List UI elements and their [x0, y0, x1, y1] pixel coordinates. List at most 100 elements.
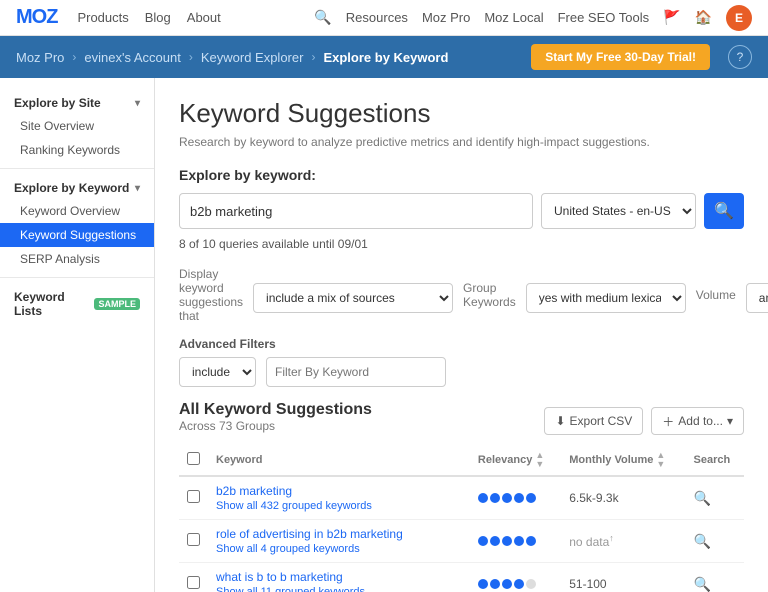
row-checkbox-0[interactable] [187, 490, 200, 503]
search-cell: 🔍 [686, 520, 744, 563]
th-relevancy: Relevancy ▲▼ [470, 445, 561, 476]
sort-icon-volume[interactable]: ▲▼ [656, 451, 665, 469]
sidebar-item-keyword-overview[interactable]: Keyword Overview [0, 199, 154, 223]
add-to-button[interactable]: ＋ Add to... ▾ [651, 407, 744, 435]
row-search-icon[interactable]: 🔍 [694, 576, 711, 592]
show-grouped-link[interactable]: Show all 11 grouped keywords [216, 586, 462, 592]
flag-icon[interactable]: 🚩 [663, 9, 680, 26]
breadcrumb-keyword-explorer[interactable]: Keyword Explorer [201, 50, 304, 65]
show-grouped-link[interactable]: Show all 4 grouped keywords [216, 543, 462, 555]
keyword-table: Keyword Relevancy ▲▼ Monthly Volume [179, 445, 744, 592]
keyword-cell: b2b marketing Show all 432 grouped keywor… [208, 476, 470, 520]
display-filter-row: Display keyword suggestions that include… [179, 267, 744, 329]
relevancy-dot [478, 579, 488, 589]
country-select[interactable]: United States - en-US [541, 193, 696, 229]
relevancy-dot [514, 536, 524, 546]
nav-free-tools[interactable]: Free SEO Tools [558, 10, 650, 25]
home-icon[interactable]: 🏠 [695, 9, 712, 26]
volume-cell: 51-100 [561, 563, 685, 592]
sort-icon-relevancy[interactable]: ▲▼ [535, 451, 544, 469]
relevancy-cell [470, 476, 561, 520]
row-checkbox-cell [179, 520, 208, 563]
search-cell: 🔍 [686, 476, 744, 520]
advanced-filter-row: include [179, 357, 744, 387]
th-search: Search [686, 445, 744, 476]
export-label: Export CSV [570, 414, 633, 428]
table-section-sub: Across 73 Groups [179, 419, 372, 433]
keyword-text[interactable]: what is b to b marketing [216, 570, 462, 584]
display-select[interactable]: include a mix of sources [253, 283, 453, 313]
group-select[interactable]: yes with medium lexical similarity [526, 283, 686, 313]
sidebar-divider-2 [0, 277, 154, 278]
sample-badge: SAMPLE [94, 298, 140, 310]
explore-keyword-label: Explore by Keyword [14, 181, 129, 195]
advanced-filters-label: Advanced Filters [179, 337, 744, 351]
show-grouped-link[interactable]: Show all 432 grouped keywords [216, 500, 462, 512]
volume-select[interactable]: any [746, 283, 768, 313]
group-filter-label: Group Keywords [463, 281, 516, 309]
breadcrumb-account[interactable]: evinex's Account [84, 50, 180, 65]
include-select[interactable]: include [179, 357, 256, 387]
nav-mozlocal[interactable]: Moz Local [484, 10, 543, 25]
volume-text: 51-100 [569, 577, 606, 591]
sidebar-explore-site[interactable]: Explore by Site ▾ [0, 90, 154, 114]
th-checkbox [179, 445, 208, 476]
row-search-icon[interactable]: 🔍 [694, 490, 711, 506]
row-checkbox-cell [179, 563, 208, 592]
relevancy-dot [490, 536, 500, 546]
breadcrumb-bar: Moz Pro › evinex's Account › Keyword Exp… [0, 36, 768, 78]
row-checkbox-2[interactable] [187, 576, 200, 589]
keyword-text[interactable]: b2b marketing [216, 484, 462, 498]
nav-resources[interactable]: Resources [346, 10, 408, 25]
add-label: Add to... [678, 414, 723, 428]
relevancy-dot [514, 579, 524, 589]
export-csv-button[interactable]: ⬇ Export CSV [544, 407, 643, 435]
queries-info: 8 of 10 queries available until 09/01 [179, 237, 744, 251]
keyword-input[interactable] [179, 193, 533, 229]
sidebar-divider [0, 168, 154, 169]
main-content: Keyword Suggestions Research by keyword … [155, 78, 768, 592]
keyword-text[interactable]: role of advertising in b2b marketing [216, 527, 462, 541]
sidebar-item-ranking-keywords[interactable]: Ranking Keywords [0, 138, 154, 162]
sidebar-explore-keyword[interactable]: Explore by Keyword ▾ [0, 175, 154, 199]
nav-mozpro[interactable]: Moz Pro [422, 10, 470, 25]
nav-blog[interactable]: Blog [145, 10, 171, 25]
sidebar-item-site-overview[interactable]: Site Overview [0, 114, 154, 138]
keyword-cell: what is b to b marketing Show all 11 grou… [208, 563, 470, 592]
moz-logo[interactable]: MOZ [16, 6, 57, 29]
page-title: Keyword Suggestions [179, 98, 744, 129]
relevancy-dot [526, 579, 536, 589]
display-filter-label: Display keyword suggestions that [179, 267, 243, 323]
row-checkbox-1[interactable] [187, 533, 200, 546]
volume-filter-label: Volume [696, 288, 736, 302]
nav-products[interactable]: Products [77, 10, 128, 25]
sidebar-keyword-lists[interactable]: Keyword Lists SAMPLE [0, 284, 154, 322]
search-button[interactable]: 🔍 [704, 193, 744, 229]
user-avatar[interactable]: E [726, 5, 752, 31]
select-all-checkbox[interactable] [187, 452, 200, 465]
search-icon[interactable]: 🔍 [314, 9, 331, 26]
sidebar-item-keyword-suggestions[interactable]: Keyword Suggestions [0, 223, 154, 247]
sidebar-item-serp-analysis[interactable]: SERP Analysis [0, 247, 154, 271]
trial-button[interactable]: Start My Free 30-Day Trial! [531, 44, 710, 70]
search-icon-btn: 🔍 [714, 201, 734, 221]
chevron-down-icon-3: ▾ [727, 414, 733, 428]
volume-cell: 6.5k-9.3k [561, 476, 685, 520]
row-search-icon[interactable]: 🔍 [694, 533, 711, 549]
table-row: what is b to b marketing Show all 11 grou… [179, 563, 744, 592]
chevron-down-icon-2: ▾ [135, 183, 140, 194]
filter-keyword-input[interactable] [266, 357, 446, 387]
nav-about[interactable]: About [187, 10, 221, 25]
table-section-title: All Keyword Suggestions [179, 401, 372, 419]
breadcrumb-mozpro[interactable]: Moz Pro [16, 50, 64, 65]
relevancy-dot [526, 536, 536, 546]
th-keyword: Keyword [208, 445, 470, 476]
table-row: b2b marketing Show all 432 grouped keywor… [179, 476, 744, 520]
search-cell: 🔍 [686, 563, 744, 592]
help-button[interactable]: ? [728, 45, 752, 69]
relevancy-dot [502, 493, 512, 503]
top-nav: MOZ Products Blog About 🔍 Resources Moz … [0, 0, 768, 36]
table-actions: ⬇ Export CSV ＋ Add to... ▾ [544, 407, 744, 435]
keyword-cell: role of advertising in b2b marketing Show… [208, 520, 470, 563]
row-checkbox-cell [179, 476, 208, 520]
